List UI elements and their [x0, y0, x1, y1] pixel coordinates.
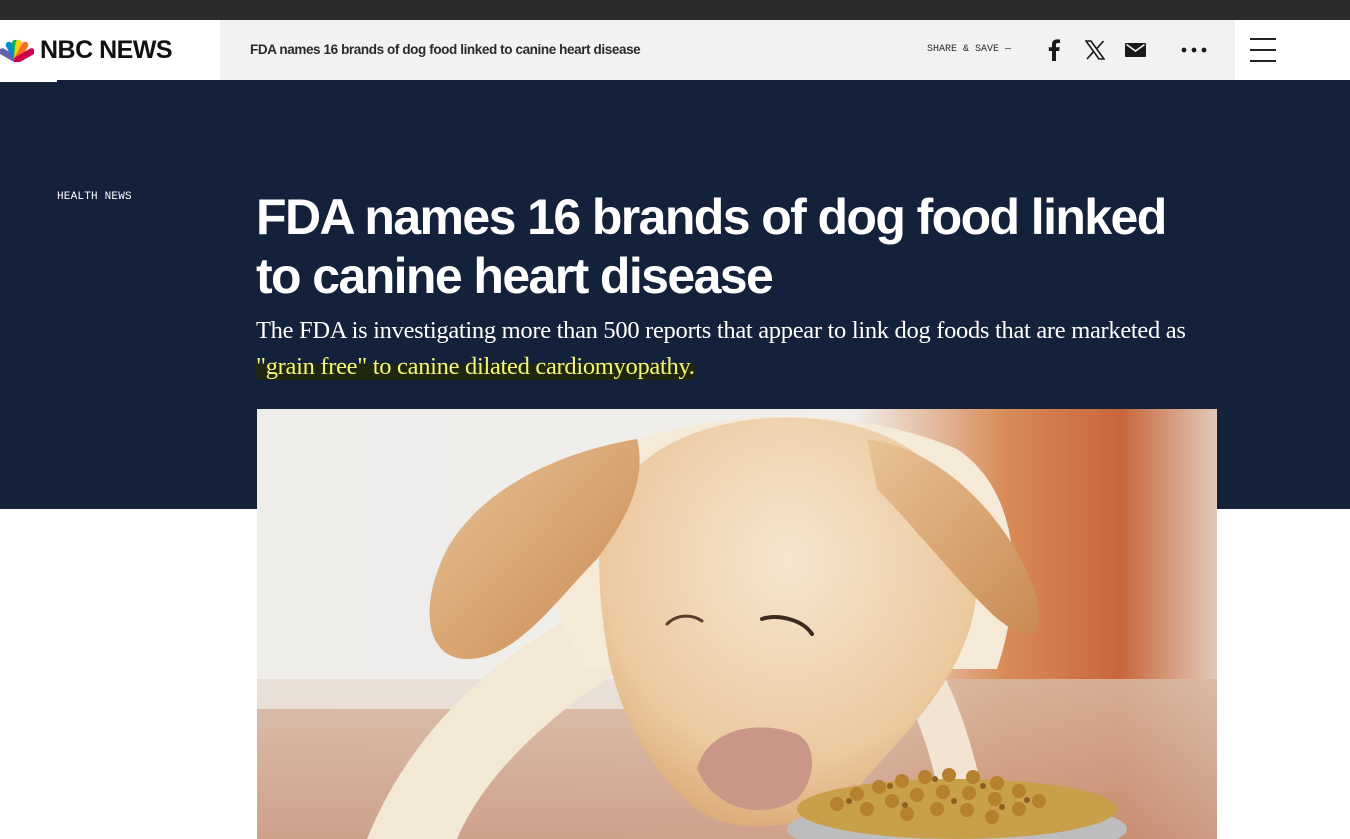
logo-wordmark: NBC NEWS [40, 35, 173, 64]
section-label[interactable]: HEALTH NEWS [57, 191, 132, 203]
header-article-title: FDA names 16 brands of dog food linked t… [250, 42, 641, 57]
article-dek: The FDA is investigating more than 500 r… [256, 313, 1216, 385]
nbc-news-logo[interactable]: NBC NEWS [0, 20, 173, 80]
hero-image-dog-eating [257, 409, 1217, 839]
site-header: NBC NEWS FDA names 16 brands of dog food… [0, 20, 1350, 80]
dek-text: The FDA is investigating more than 500 r… [256, 317, 1186, 344]
hero-accent-line [0, 80, 57, 82]
share-save-label[interactable]: SHARE & SAVE — [927, 20, 1011, 80]
facebook-icon[interactable] [1043, 20, 1065, 80]
dek-highlighted-text: "grain free" to canine dilated cardiomyo… [256, 353, 695, 380]
x-icon[interactable] [1083, 20, 1107, 80]
email-icon[interactable] [1123, 20, 1147, 80]
article-headline: FDA names 16 brands of dog food linked t… [256, 189, 1167, 304]
more-icon[interactable] [1180, 20, 1208, 80]
menu-icon[interactable] [1250, 38, 1276, 62]
browser-top-strip [0, 0, 1350, 20]
peacock-icon [0, 39, 34, 62]
